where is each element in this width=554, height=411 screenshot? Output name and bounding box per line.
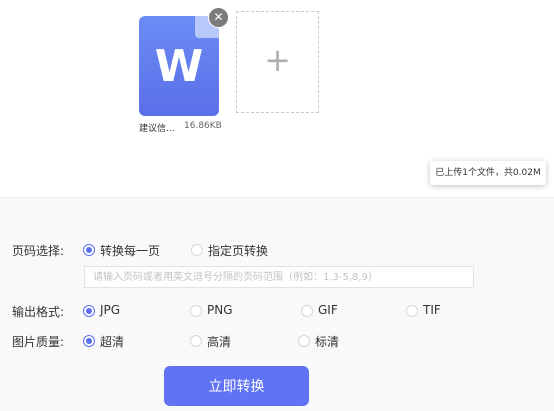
radio-specified-pages[interactable] (191, 244, 203, 256)
upload-summary-tooltip: 已上传1个文件，共0.02M (430, 161, 546, 185)
radio-format-gif[interactable] (301, 305, 313, 317)
option-format-jpg[interactable]: JPG (100, 303, 120, 317)
radio-format-png[interactable] (190, 305, 202, 317)
upload-area: W ✕ 建议信... 16.86KB + 已上传1个文件，共0.02M (0, 0, 554, 198)
radio-format-jpg[interactable] (83, 305, 95, 317)
option-format-gif[interactable]: GIF (318, 303, 338, 317)
close-icon[interactable]: ✕ (208, 7, 229, 28)
radio-quality-standard[interactable] (298, 335, 310, 347)
page-select-label: 页码选择: (12, 244, 65, 258)
file-name: 建议信... (139, 124, 175, 134)
file-size: 16.86KB (184, 121, 222, 131)
output-format-label: 输出格式: (12, 305, 65, 319)
option-convert-all-pages[interactable]: 转换每一页 (100, 242, 160, 259)
file-card[interactable]: W (139, 16, 219, 116)
document-letter: W (154, 41, 204, 92)
radio-convert-all-pages[interactable] (83, 244, 95, 256)
add-file-button[interactable]: + (236, 11, 319, 113)
convert-now-button[interactable]: 立即转换 (164, 366, 309, 406)
page-range-input[interactable] (84, 266, 474, 288)
plus-icon: + (264, 41, 291, 79)
option-format-tif[interactable]: TIF (423, 303, 441, 317)
radio-format-tif[interactable] (406, 305, 418, 317)
radio-quality-high[interactable] (190, 335, 202, 347)
option-specified-pages[interactable]: 指定页转换 (208, 242, 268, 259)
radio-quality-ultra[interactable] (83, 335, 95, 347)
option-quality-standard[interactable]: 标清 (315, 333, 339, 350)
image-quality-label: 图片质量: (12, 335, 65, 349)
option-quality-ultra[interactable]: 超清 (100, 333, 124, 350)
option-format-png[interactable]: PNG (207, 303, 233, 317)
option-quality-high[interactable]: 高清 (207, 333, 231, 350)
